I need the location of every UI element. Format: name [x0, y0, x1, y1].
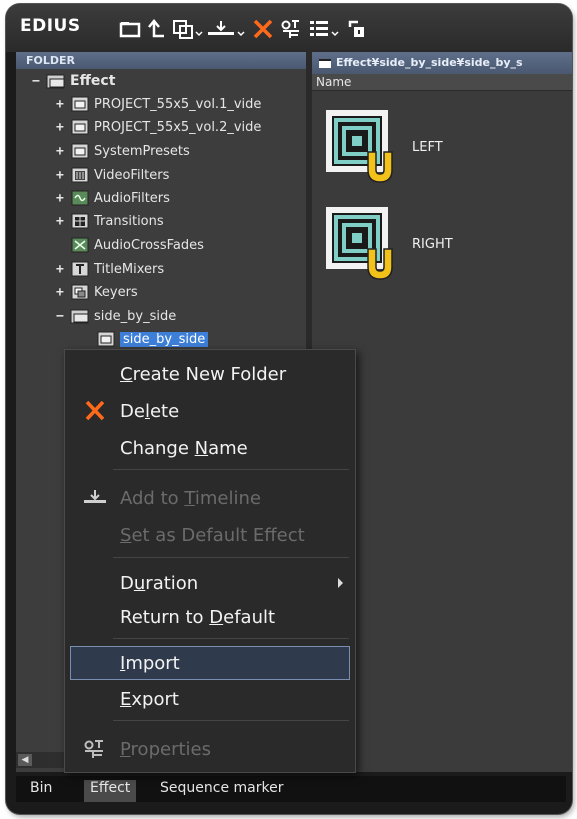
tree-node-project-vol2[interactable]: + PROJECT_55x5_vol.2_vide: [56, 116, 261, 138]
tree-node-systempresets[interactable]: + SystemPresets: [56, 140, 190, 162]
folder-icon: [71, 119, 89, 135]
folder-icon: [319, 59, 331, 68]
add-to-timeline-icon: [84, 490, 106, 503]
folder-open-icon: [70, 309, 89, 324]
folder-icon: [71, 96, 89, 112]
keyer-icon: [71, 284, 89, 300]
folder-open-icon: [46, 74, 65, 89]
effect-item-right[interactable]: RIGHT: [324, 205, 453, 283]
tab-effect[interactable]: Effect: [84, 780, 137, 802]
effect-preset-icon: [326, 110, 393, 183]
expand-toggle[interactable]: +: [56, 144, 70, 159]
menu-separator: [113, 557, 349, 558]
menu-item-duration[interactable]: Duration: [65, 567, 355, 599]
menu-item-return-to-default[interactable]: Return to Default: [65, 601, 355, 633]
expand-toggle[interactable]: +: [56, 214, 70, 229]
properties-icon: [84, 740, 103, 758]
collapse-toggle[interactable]: −: [32, 74, 46, 89]
tree-node-audiocrossfades[interactable]: AudioCrossFades: [56, 234, 204, 256]
tree-node-label: Effect: [70, 73, 116, 89]
app-title: EDIUS: [20, 16, 81, 36]
tab-bin[interactable]: Bin: [24, 780, 58, 802]
expand-toggle[interactable]: +: [56, 120, 70, 135]
tree-node-transitions[interactable]: + Transitions: [56, 210, 164, 232]
tree-node-label: PROJECT_55x5_vol.2_vide: [94, 119, 262, 135]
lock-icon[interactable]: [346, 18, 366, 40]
submenu-arrow-icon: [338, 578, 343, 588]
tree-node-keyers[interactable]: + Keyers: [56, 281, 138, 303]
menu-separator: [113, 469, 349, 470]
menu-item-export[interactable]: Export: [65, 683, 355, 715]
context-menu: Create New Folder Delete Change Name Add…: [64, 349, 356, 773]
menu-item-properties[interactable]: Properties: [65, 733, 355, 765]
effect-item-label: LEFT: [412, 139, 443, 155]
tree-node-side-by-side[interactable]: − side_by_side: [56, 305, 176, 327]
new-folder-icon[interactable]: [118, 18, 142, 40]
expand-toggle[interactable]: +: [56, 97, 70, 112]
effect-item-label: RIGHT: [412, 236, 453, 252]
folder-pane-header: FOLDER: [16, 52, 306, 69]
menu-separator: [113, 638, 349, 639]
audio-crossfade-icon: [71, 237, 89, 253]
menu-item-set-as-default-effect[interactable]: Set as Default Effect: [65, 519, 355, 551]
tree-node-audiofilters[interactable]: + AudioFilters: [56, 187, 170, 209]
video-filter-icon: [71, 167, 89, 183]
tree-node-label: AudioCrossFades: [94, 237, 204, 253]
menu-item-delete[interactable]: Delete: [65, 395, 355, 427]
tree-node-videofilters[interactable]: + VideoFilters: [56, 164, 169, 186]
expand-toggle[interactable]: +: [56, 191, 70, 206]
tree-node-project-vol1[interactable]: + PROJECT_55x5_vol.1_vide: [56, 93, 261, 115]
properties-icon[interactable]: [280, 18, 302, 40]
menu-item-add-to-timeline[interactable]: Add to Timeline: [65, 482, 355, 514]
folder-icon: [71, 143, 89, 159]
up-folder-icon[interactable]: [146, 18, 168, 40]
menu-item-create-new-folder[interactable]: Create New Folder: [65, 358, 355, 390]
title-mixer-icon: [71, 261, 89, 277]
collapse-toggle[interactable]: −: [56, 309, 70, 324]
tree-node-effect[interactable]: − Effect: [32, 70, 115, 92]
expand-toggle[interactable]: +: [56, 285, 70, 300]
menu-item-change-name[interactable]: Change Name: [65, 432, 355, 464]
column-header-name[interactable]: Name: [312, 74, 572, 91]
folder-icon: [97, 331, 115, 347]
effect-item-left[interactable]: LEFT: [324, 108, 443, 186]
path-text: Effect¥side_by_side¥side_by_s: [336, 56, 523, 69]
delete-icon[interactable]: [252, 18, 274, 40]
menu-separator: [113, 720, 349, 721]
copy-icon[interactable]: [172, 18, 206, 40]
expand-toggle[interactable]: +: [56, 168, 70, 183]
tree-node-label: VideoFilters: [94, 167, 170, 183]
tree-node-side-by-side-child[interactable]: side_by_side: [96, 328, 209, 350]
tree-node-label-selected: side_by_side: [120, 331, 209, 347]
add-to-timeline-icon[interactable]: [206, 18, 248, 40]
transition-icon: [71, 213, 89, 229]
effect-preset-icon: [326, 207, 393, 280]
tree-node-label: SystemPresets: [94, 143, 190, 159]
tree-node-titlemixers[interactable]: + TitleMixers: [56, 258, 164, 280]
scroll-left-icon[interactable]: ◀: [18, 754, 32, 766]
tree-node-label: AudioFilters: [94, 190, 170, 206]
tree-node-label: Transitions: [94, 213, 164, 229]
path-bar: Effect¥side_by_side¥side_by_s: [312, 52, 572, 74]
tree-node-label: TitleMixers: [94, 261, 165, 277]
audio-filter-icon: [71, 190, 89, 206]
tab-sequence-marker[interactable]: Sequence marker: [154, 780, 289, 802]
title-bar: EDIUS: [6, 4, 572, 52]
menu-item-import[interactable]: Import: [70, 646, 350, 680]
tree-node-label: PROJECT_55x5_vol.1_vide: [94, 96, 262, 112]
tree-node-label: side_by_side: [94, 308, 177, 324]
view-mode-icon[interactable]: [308, 18, 342, 40]
tree-node-label: Keyers: [94, 284, 138, 300]
tab-bar: Bin Effect Sequence marker: [16, 776, 566, 802]
delete-icon: [85, 401, 105, 421]
expand-toggle[interactable]: +: [56, 262, 70, 277]
